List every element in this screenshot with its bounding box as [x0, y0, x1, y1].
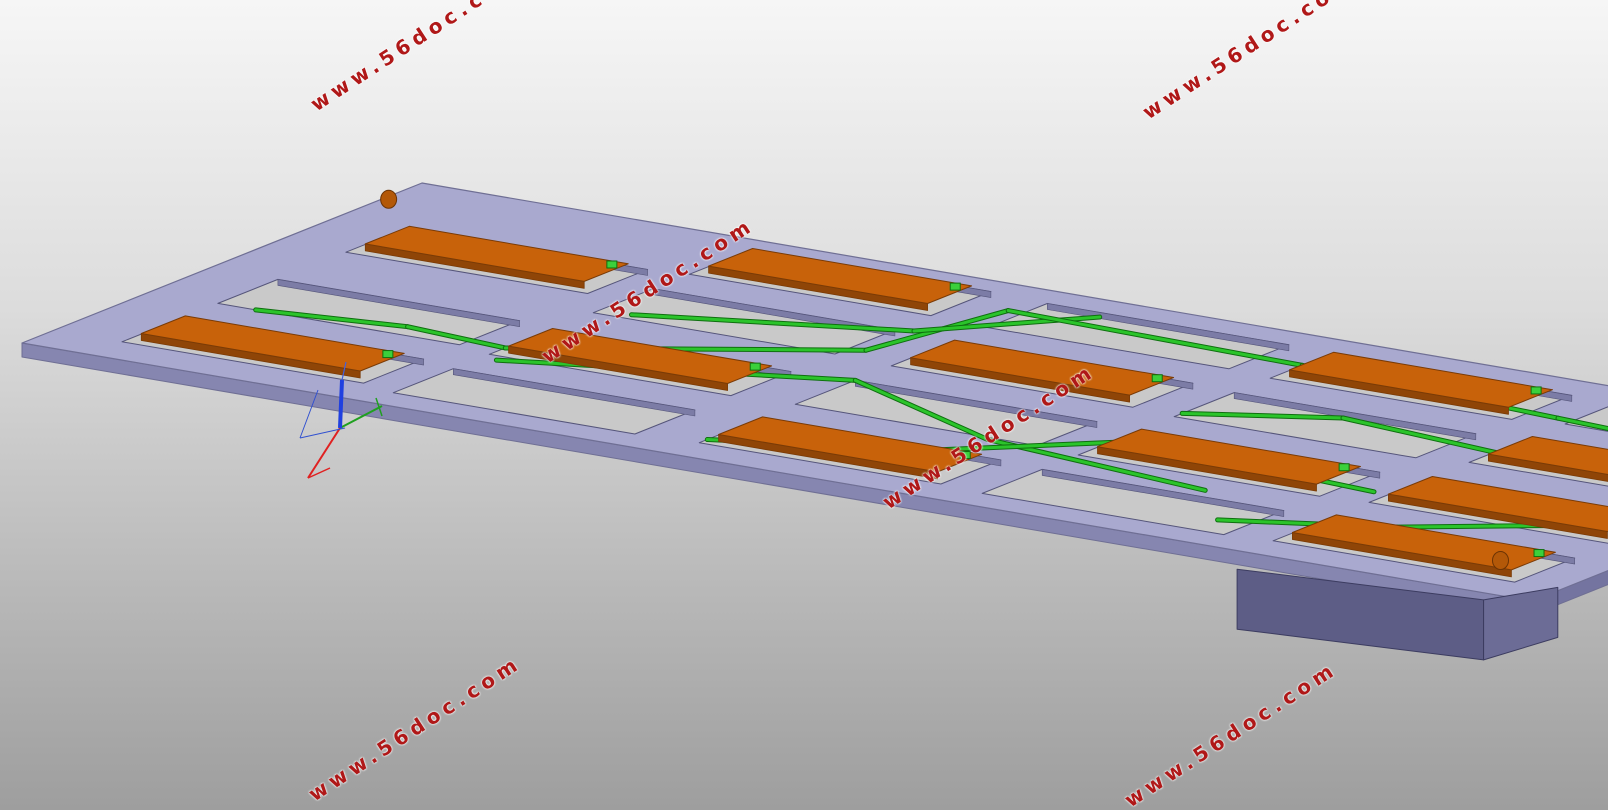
- pipe-connector: [382, 350, 394, 359]
- outlet-fitting: [1492, 551, 1509, 570]
- cad-viewport[interactable]: www.56doc.com www.56doc.com www.56doc.co…: [0, 0, 1608, 810]
- support-bracket-side: [1483, 586, 1559, 661]
- inlet-fitting: [380, 189, 398, 209]
- pipe-connector: [1338, 463, 1350, 472]
- pipe-connector: [1533, 549, 1545, 558]
- pipe-connector: [1151, 374, 1163, 383]
- pipe-connector: [1530, 386, 1542, 395]
- base-plate-model: [21, 182, 1608, 661]
- z-axis-line: [338, 379, 344, 429]
- axis-guide-1: [299, 427, 346, 439]
- pipe-connector: [606, 260, 618, 269]
- pipe-connector: [749, 362, 761, 371]
- cad-model-view[interactable]: [0, 0, 1608, 810]
- pipe-connector: [949, 282, 961, 291]
